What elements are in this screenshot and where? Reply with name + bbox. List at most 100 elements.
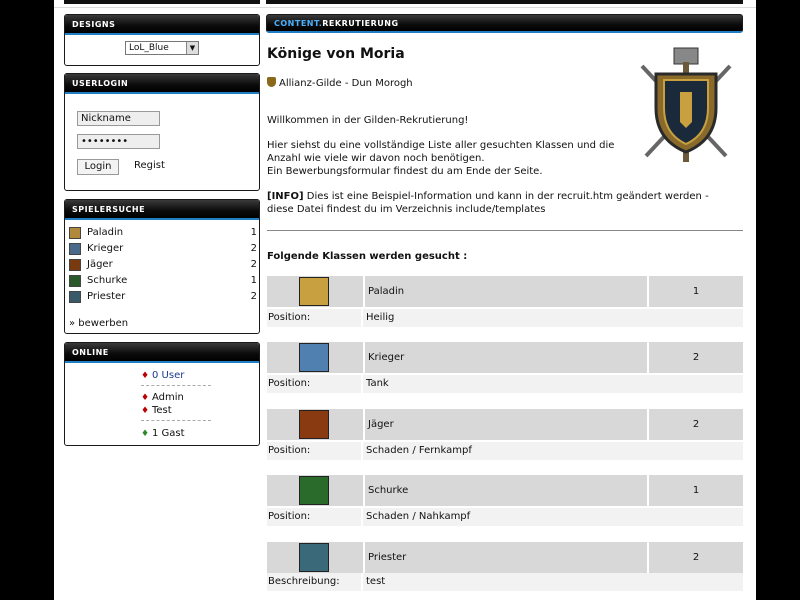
content-header-title: REKRUTIERUNG [322, 19, 399, 28]
class-count: 1 [647, 276, 743, 307]
class-row: Jäger 2 [267, 409, 743, 440]
user-icon: ♦ [141, 371, 150, 381]
design-select[interactable]: LoL_Blue ▼ [125, 41, 199, 55]
guest-icon: ♦ [141, 429, 150, 439]
class-position-row: Position: Heilig [267, 309, 743, 327]
class-count: 2 [647, 542, 743, 573]
register-link[interactable]: Regist [134, 160, 165, 171]
class-name: Jäger [363, 409, 649, 440]
info-body: Dies ist eine Beispiel-Information und k… [267, 191, 709, 215]
krieger-icon [69, 243, 81, 255]
player-class-count: 1 [250, 275, 257, 286]
player-class-name: Schurke [87, 275, 128, 286]
position-value: test [361, 573, 743, 591]
class-row: Schurke 1 [267, 475, 743, 506]
position-label: Beschreibung: [268, 576, 340, 587]
userlogin-title: USERLOGIN [65, 74, 259, 94]
jaeger-icon [299, 410, 329, 439]
nickname-input[interactable]: Nickname [77, 111, 160, 126]
class-position-row: Beschreibung: test [267, 573, 743, 591]
chevron-down-icon[interactable]: ▼ [186, 42, 198, 54]
player-class-row[interactable]: Krieger 2 [69, 242, 257, 256]
intro-line-1: Hier siehst du eine vollständige Liste a… [267, 140, 615, 151]
welcome-text: Willkommen in der Gilden-Rekrutierung! [267, 115, 469, 126]
player-class-name: Krieger [87, 243, 124, 254]
designs-title: DESIGNS [65, 15, 259, 35]
divider [141, 385, 211, 386]
spielersuche-title: SPIELERSUCHE [65, 200, 259, 220]
jaeger-icon [69, 259, 81, 271]
info-text: [INFO] Dies ist eine Beispiel-Informatio… [267, 190, 737, 216]
online-member-name: Test [152, 405, 172, 416]
class-position-row: Position: Schaden / Nahkampf [267, 508, 743, 526]
classes-heading: Folgende Klassen werden gesucht : [267, 251, 468, 262]
designs-box: DESIGNS LoL_Blue ▼ [64, 14, 260, 66]
online-box: ONLINE ♦ 0 User ♦ Admin ♦ Test ♦ 1 Gast [64, 342, 260, 446]
top-bar-segment [64, 0, 260, 4]
position-label: Position: [268, 312, 311, 323]
player-class-row[interactable]: Jäger 2 [69, 258, 257, 272]
online-users[interactable]: ♦ 0 User [141, 369, 184, 383]
class-name: Priester [363, 542, 649, 573]
userlogin-box: USERLOGIN Nickname •••••••• Login Regist [64, 73, 260, 191]
class-name: Krieger [363, 342, 649, 373]
top-bar [54, 0, 756, 8]
class-name: Schurke [363, 475, 649, 506]
guild-info: Allianz-Gilde - Dun Morogh [267, 77, 413, 89]
spielersuche-box: SPIELERSUCHE Paladin 1 Krieger 2 Jäger 2… [64, 199, 260, 334]
class-count: 1 [647, 475, 743, 506]
online-guests-label: 1 Gast [152, 428, 185, 439]
position-label: Position: [268, 511, 311, 522]
top-bar-segment [266, 0, 743, 4]
page-title: Könige von Moria [267, 46, 405, 62]
user-icon: ♦ [141, 406, 150, 416]
online-member[interactable]: ♦ Test [141, 404, 172, 418]
class-row: Priester 2 [267, 542, 743, 573]
player-class-row[interactable]: Paladin 1 [69, 226, 257, 240]
position-value: Schaden / Nahkampf [361, 508, 743, 526]
divider [267, 230, 743, 231]
class-name: Paladin [363, 276, 649, 307]
position-label: Position: [268, 445, 311, 456]
class-count: 2 [647, 342, 743, 373]
player-class-name: Priester [87, 291, 126, 302]
schurke-icon [299, 476, 329, 505]
paladin-icon [69, 227, 81, 239]
apply-link[interactable]: » bewerben [69, 318, 128, 329]
alliance-shield-icon [267, 77, 276, 87]
guild-info-text: Allianz-Gilde - Dun Morogh [279, 78, 413, 89]
priester-icon [69, 291, 81, 303]
online-guests: ♦ 1 Gast [141, 427, 185, 441]
position-value: Heilig [361, 309, 743, 327]
player-class-name: Paladin [87, 227, 124, 238]
page-frame: DESIGNS LoL_Blue ▼ USERLOGIN Nickname ••… [54, 0, 756, 600]
intro-line-3: Ein Bewerbungsformular findest du am End… [267, 166, 543, 177]
online-users-label: 0 User [152, 370, 185, 381]
schurke-icon [69, 275, 81, 287]
intro-line-2: Anzahl wie viele wir davon noch benötige… [267, 153, 485, 164]
paladin-icon [299, 277, 329, 306]
position-value: Schaden / Fernkampf [361, 442, 743, 460]
online-member-name: Admin [152, 392, 184, 403]
design-select-value: LoL_Blue [129, 43, 169, 53]
password-input[interactable]: •••••••• [77, 134, 160, 149]
class-count: 2 [647, 409, 743, 440]
position-label: Position: [268, 378, 311, 389]
class-position-row: Position: Schaden / Fernkampf [267, 442, 743, 460]
player-class-count: 2 [250, 291, 257, 302]
login-button[interactable]: Login [77, 159, 119, 175]
online-member[interactable]: ♦ Admin [141, 391, 184, 405]
position-value: Tank [361, 375, 743, 393]
info-tag: [INFO] [267, 191, 304, 202]
class-position-row: Position: Tank [267, 375, 743, 393]
class-row: Krieger 2 [267, 342, 743, 373]
krieger-icon [299, 343, 329, 372]
divider [141, 420, 211, 421]
priester-icon [299, 543, 329, 572]
player-class-count: 2 [250, 259, 257, 270]
player-class-count: 1 [250, 227, 257, 238]
content-header-accent: CONTENT. [274, 19, 323, 28]
class-row: Paladin 1 [267, 276, 743, 307]
player-class-row[interactable]: Schurke 1 [69, 274, 257, 288]
player-class-row[interactable]: Priester 2 [69, 290, 257, 304]
